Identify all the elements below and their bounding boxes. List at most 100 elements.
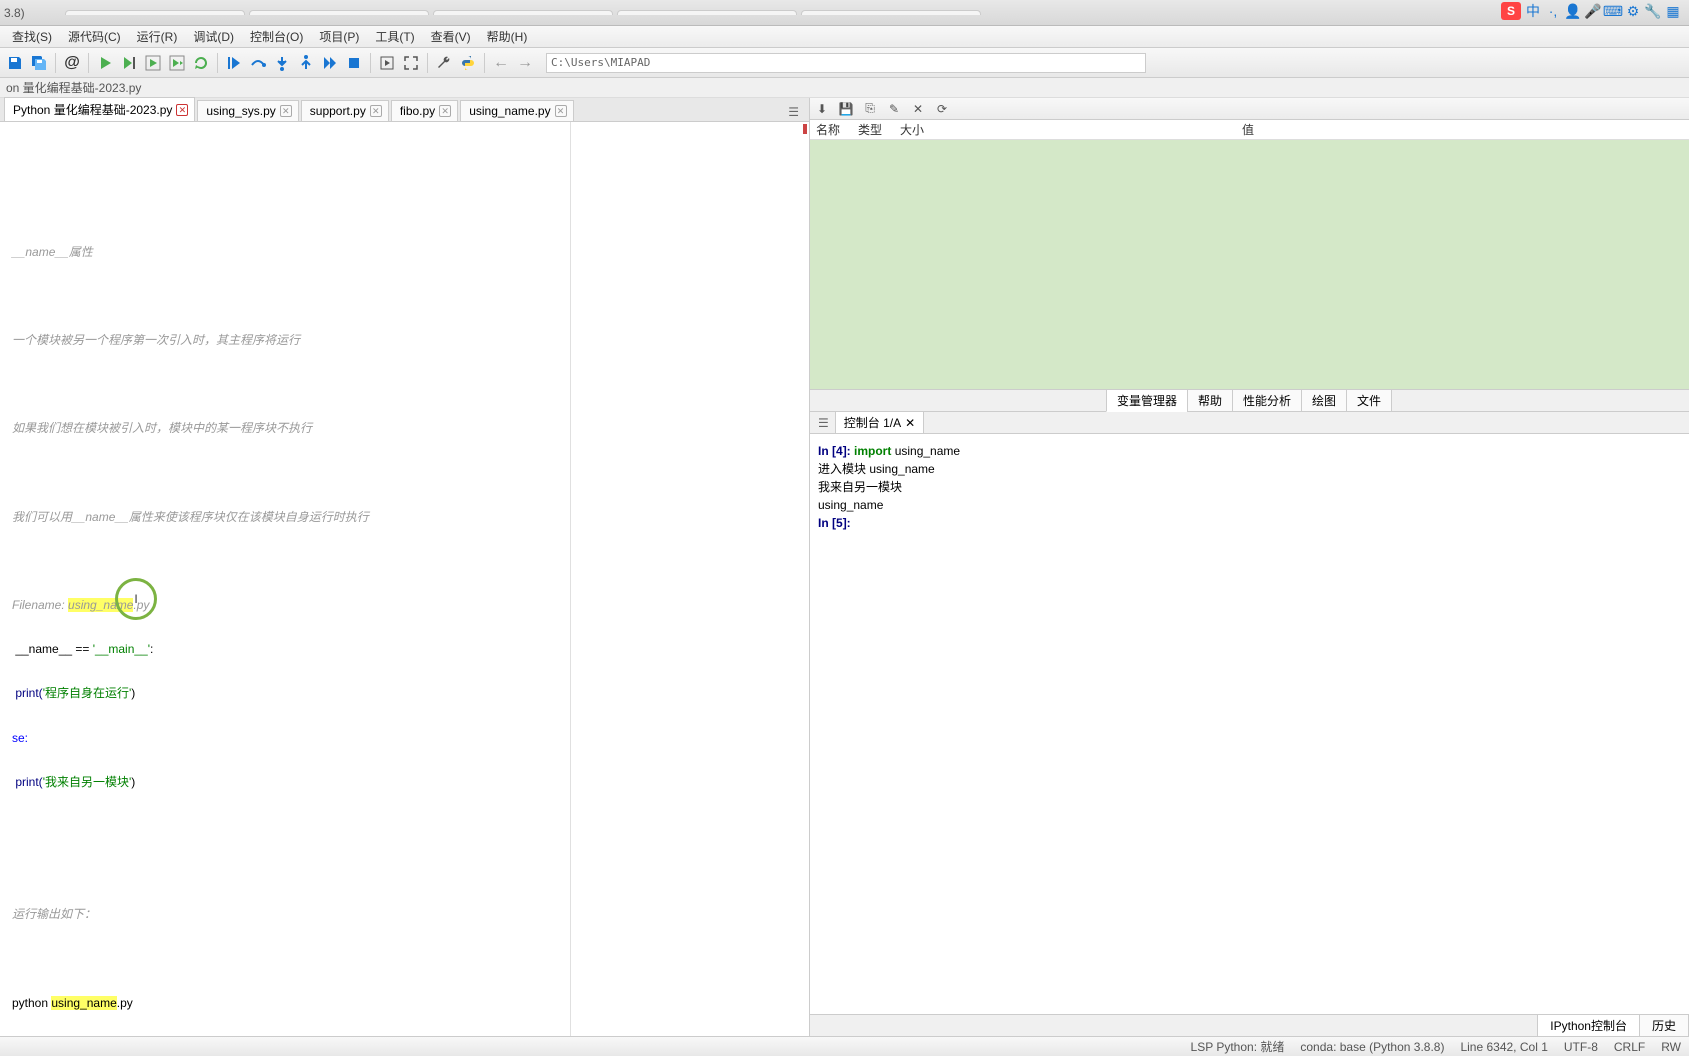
- console-options-icon[interactable]: ☰: [814, 414, 833, 432]
- save-var-icon[interactable]: 💾: [838, 101, 854, 117]
- status-eol[interactable]: CRLF: [1614, 1040, 1645, 1054]
- menu-search[interactable]: 查找(S): [4, 26, 60, 47]
- scroll-marker: [803, 124, 807, 134]
- tab-ipython[interactable]: IPython控制台: [1537, 1014, 1640, 1037]
- code-comment: 运行输出如下：: [4, 904, 809, 924]
- code-comment: 如果我们想在模块被引入时，模块中的某一程序块不执行: [4, 418, 809, 438]
- tab-using-name[interactable]: using_name.py ✕: [460, 100, 573, 121]
- status-line-col[interactable]: Line 6342, Col 1: [1460, 1040, 1547, 1054]
- close-icon[interactable]: ✕: [280, 105, 292, 117]
- ime-punct-icon[interactable]: ·,: [1545, 3, 1561, 19]
- ime-grid-icon[interactable]: ▦: [1665, 3, 1681, 19]
- tab-support[interactable]: support.py ✕: [301, 100, 389, 121]
- window-tab[interactable]: [249, 10, 429, 15]
- console-tabs: ☰ 控制台 1/A ✕: [810, 412, 1689, 434]
- status-encoding[interactable]: UTF-8: [1564, 1040, 1598, 1054]
- rerun-icon[interactable]: [190, 52, 212, 74]
- tab-using-sys[interactable]: using_sys.py ✕: [197, 100, 298, 121]
- step-over-icon[interactable]: [247, 52, 269, 74]
- ime-user-icon[interactable]: 👤: [1565, 3, 1581, 19]
- col-name[interactable]: 名称: [816, 121, 846, 138]
- edit-icon[interactable]: ✎: [886, 101, 902, 117]
- run-selection-icon[interactable]: [166, 52, 188, 74]
- menu-debug[interactable]: 调试(D): [185, 26, 242, 47]
- ime-gear-icon[interactable]: ⚙: [1625, 3, 1641, 19]
- col-type[interactable]: 类型: [858, 121, 888, 138]
- filepath-text: on 量化编程基础-2023.py: [6, 79, 141, 96]
- status-lsp[interactable]: LSP Python: 就绪: [1191, 1038, 1285, 1055]
- col-size[interactable]: 大小: [900, 121, 930, 138]
- menu-help[interactable]: 帮助(H): [479, 26, 536, 47]
- save-all-icon[interactable]: [28, 52, 50, 74]
- window-tab[interactable]: [617, 10, 797, 15]
- tabs-menu-icon[interactable]: ☰: [782, 103, 805, 121]
- window-tab[interactable]: [65, 10, 245, 15]
- menu-console[interactable]: 控制台(O): [242, 26, 311, 47]
- menu-view[interactable]: 查看(V): [423, 26, 479, 47]
- ime-sogou-icon[interactable]: S: [1501, 2, 1521, 20]
- working-dir-input[interactable]: [546, 53, 1146, 73]
- python-icon[interactable]: [457, 52, 479, 74]
- tab-variable-explorer[interactable]: 变量管理器: [1106, 389, 1188, 412]
- code-editor[interactable]: __name__属性 一个模块被另一个程序第一次引入时，其主程序将运行 如果我们…: [0, 122, 809, 1036]
- run-cell-icon[interactable]: [118, 52, 140, 74]
- tab-label: Python 量化编程基础-2023.py: [13, 101, 172, 118]
- tab-main-file[interactable]: Python 量化编程基础-2023.py ✕: [4, 97, 195, 121]
- close-icon[interactable]: ✕: [439, 105, 451, 117]
- close-icon[interactable]: ✕: [370, 105, 382, 117]
- code-comment: 一个模块被另一个程序第一次引入时，其主程序将运行: [4, 330, 809, 350]
- step-into-icon[interactable]: [271, 52, 293, 74]
- tab-profiler[interactable]: 性能分析: [1232, 389, 1302, 412]
- forward-icon[interactable]: →: [514, 52, 536, 74]
- ime-lang-icon[interactable]: 中: [1525, 3, 1541, 19]
- console-tab[interactable]: 控制台 1/A ✕: [835, 411, 924, 434]
- ime-keyboard-icon[interactable]: ⌨: [1605, 3, 1621, 19]
- window-tab[interactable]: [433, 10, 613, 15]
- run-cell-advance-icon[interactable]: [142, 52, 164, 74]
- run-icon[interactable]: [94, 52, 116, 74]
- debug-file-icon[interactable]: [376, 52, 398, 74]
- separator: [484, 53, 485, 73]
- close-icon[interactable]: ✕: [176, 104, 188, 116]
- tab-files[interactable]: 文件: [1346, 389, 1392, 412]
- status-rw[interactable]: RW: [1661, 1040, 1681, 1054]
- continue-icon[interactable]: [319, 52, 341, 74]
- maximize-icon[interactable]: [400, 52, 422, 74]
- tab-label: using_name.py: [469, 104, 550, 118]
- close-icon[interactable]: ✕: [905, 416, 915, 430]
- at-icon[interactable]: @: [61, 52, 83, 74]
- console-pane-tabs: IPython控制台 历史: [810, 1014, 1689, 1036]
- menu-run[interactable]: 运行(R): [129, 26, 186, 47]
- ipython-console[interactable]: In [4]: import using_name 进入模块 using_nam…: [810, 434, 1689, 1014]
- tab-plots[interactable]: 绘图: [1301, 389, 1347, 412]
- delete-icon[interactable]: ✕: [910, 101, 926, 117]
- editor-tabs: Python 量化编程基础-2023.py ✕ using_sys.py ✕ s…: [0, 98, 809, 122]
- tab-fibo[interactable]: fibo.py ✕: [391, 100, 458, 121]
- refresh-icon[interactable]: ⟳: [934, 101, 950, 117]
- back-icon[interactable]: ←: [490, 52, 512, 74]
- titlebar: 3.8) S 中 ·, 👤 🎤 ⌨ ⚙ 🔧 ▦: [0, 0, 1689, 26]
- stop-icon[interactable]: [343, 52, 365, 74]
- save-all-var-icon[interactable]: ⎘: [862, 101, 878, 117]
- menu-source[interactable]: 源代码(C): [60, 26, 129, 47]
- window-tab[interactable]: [801, 10, 981, 15]
- systray: S 中 ·, 👤 🎤 ⌨ ⚙ 🔧 ▦: [1501, 2, 1681, 20]
- col-value[interactable]: 值: [1242, 121, 1254, 138]
- separator: [370, 53, 371, 73]
- menubar: 查找(S) 源代码(C) 运行(R) 调试(D) 控制台(O) 项目(P) 工具…: [0, 26, 1689, 48]
- tab-label: using_sys.py: [206, 104, 275, 118]
- tab-history[interactable]: 历史: [1639, 1014, 1689, 1037]
- status-conda[interactable]: conda: base (Python 3.8.8): [1300, 1040, 1444, 1054]
- menu-project[interactable]: 项目(P): [311, 26, 367, 47]
- menu-tools[interactable]: 工具(T): [367, 26, 422, 47]
- save-icon[interactable]: [4, 52, 26, 74]
- tab-help[interactable]: 帮助: [1187, 389, 1233, 412]
- step-out-icon[interactable]: [295, 52, 317, 74]
- ime-tool-icon[interactable]: 🔧: [1645, 3, 1661, 19]
- import-icon[interactable]: ⬇: [814, 101, 830, 117]
- debug-icon[interactable]: [223, 52, 245, 74]
- wrench-icon[interactable]: [433, 52, 455, 74]
- close-icon[interactable]: ✕: [555, 105, 567, 117]
- ime-mic-icon[interactable]: 🎤: [1585, 3, 1601, 19]
- variable-explorer-body[interactable]: [810, 140, 1689, 390]
